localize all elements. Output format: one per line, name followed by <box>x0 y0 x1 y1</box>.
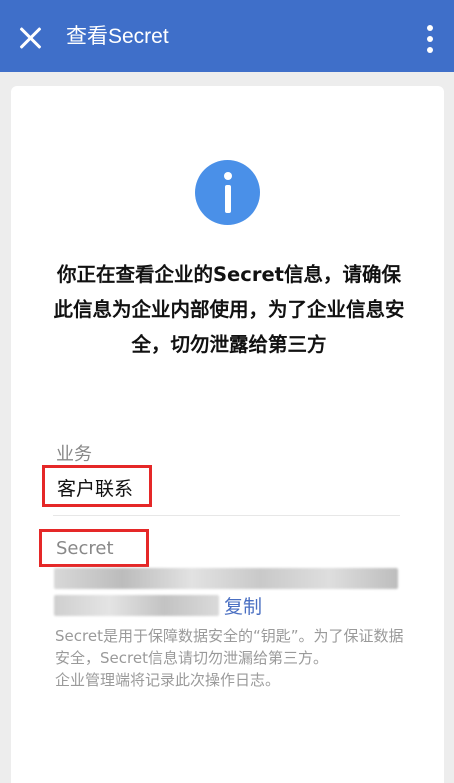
more-dot <box>427 47 433 53</box>
more-vertical-icon[interactable] <box>426 24 434 54</box>
divider <box>53 515 400 516</box>
close-icon[interactable] <box>16 24 44 52</box>
info-icon <box>195 160 260 225</box>
copy-button[interactable]: 复制 <box>224 592 262 619</box>
secret-value-redacted <box>54 568 398 589</box>
more-dot <box>427 36 433 42</box>
security-warning: 你正在查看企业的Secret信息，请确保此信息为企业内部使用，为了企业信息安全，… <box>53 263 405 356</box>
highlight-box <box>42 465 152 507</box>
footnote-line: Secret是用于保障数据安全的“钥匙”。为了保证数据安全，Secret信息请切… <box>55 627 404 667</box>
business-label: 业务 <box>56 444 92 465</box>
footnote: Secret是用于保障数据安全的“钥匙”。为了保证数据安全，Secret信息请切… <box>55 625 405 691</box>
top-bar: 查看Secret <box>0 0 454 72</box>
highlight-box <box>39 529 149 567</box>
page-title: 查看Secret <box>66 25 169 48</box>
info-icon-stem <box>225 185 231 213</box>
info-icon-dot <box>224 172 232 180</box>
footnote-line: 企业管理端将记录此次操作日志。 <box>55 671 281 689</box>
more-dot <box>427 25 433 31</box>
secret-value-redacted <box>54 595 219 616</box>
app-root: 查看Secret 你正在查看企业的Secret信息，请确保此信息为企业内部使用，… <box>0 0 454 783</box>
